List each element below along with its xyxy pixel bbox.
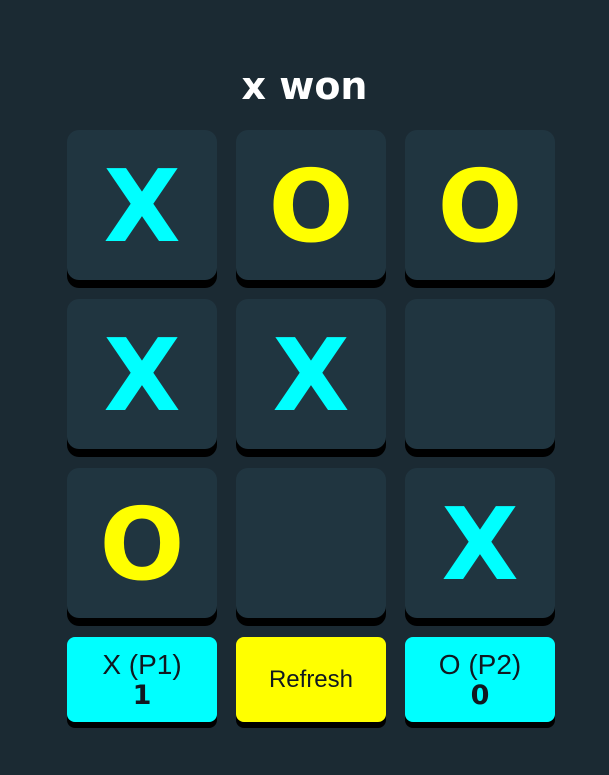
score-o-label: O (P2) — [438, 648, 522, 680]
cell-1-2[interactable] — [405, 299, 555, 449]
cell-mark: X — [441, 486, 519, 603]
score-x-label: X (P1) — [102, 648, 182, 680]
cell-2-2[interactable]: X — [405, 468, 555, 618]
score-o-panel: O (P2) 0 — [405, 637, 555, 722]
cell-0-0[interactable]: X — [67, 130, 217, 280]
refresh-button[interactable]: Refresh — [236, 637, 386, 722]
cell-mark: X — [103, 148, 181, 265]
cell-1-1[interactable]: X — [236, 299, 386, 449]
cell-mark: O — [268, 148, 354, 265]
score-x-value: 1 — [132, 679, 152, 711]
cell-0-2[interactable]: O — [405, 130, 555, 280]
cell-0-1[interactable]: O — [236, 130, 386, 280]
cell-mark: O — [99, 486, 185, 603]
cell-1-0[interactable]: X — [67, 299, 217, 449]
cell-2-1[interactable] — [236, 468, 386, 618]
cell-mark: X — [272, 317, 350, 434]
status-title: x won — [241, 64, 368, 108]
cell-mark: X — [103, 317, 181, 434]
cell-2-0[interactable]: O — [67, 468, 217, 618]
score-o-value: 0 — [470, 679, 490, 711]
score-x-panel: X (P1) 1 — [67, 637, 217, 722]
cell-mark: O — [437, 148, 523, 265]
